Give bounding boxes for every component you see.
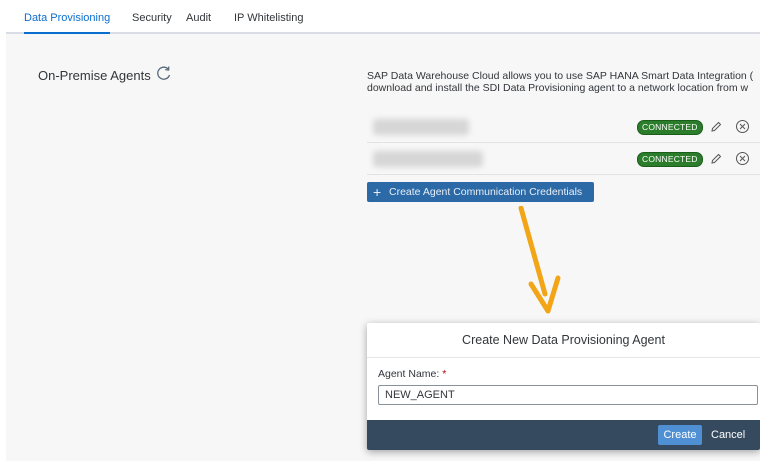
- status-badge: CONNECTED: [637, 120, 703, 135]
- plus-icon: +: [373, 184, 382, 200]
- remove-circle-icon[interactable]: [735, 151, 750, 166]
- agent-name-redacted: [373, 151, 483, 167]
- agent-name-input[interactable]: [378, 385, 758, 405]
- create-credentials-label: Create Agent Communication Credentials: [389, 186, 583, 198]
- create-agent-dialog: Create New Data Provisioning Agent Agent…: [367, 323, 760, 450]
- required-marker: *: [442, 368, 447, 380]
- pencil-icon[interactable]: [709, 152, 723, 166]
- tab-ip-whitelisting[interactable]: IP Whitelisting: [234, 6, 304, 32]
- description-line-1: SAP Data Warehouse Cloud allows you to u…: [367, 70, 754, 82]
- agent-row: CONNECTED: [367, 114, 760, 143]
- tab-bar: Data Provisioning Security Audit IP Whit…: [6, 6, 760, 34]
- section-title: On-Premise Agents: [38, 68, 151, 83]
- cancel-button[interactable]: Cancel: [711, 425, 745, 445]
- remove-circle-icon[interactable]: [735, 119, 750, 134]
- dialog-title: Create New Data Provisioning Agent: [367, 323, 760, 358]
- agent-row: CONNECTED: [367, 146, 760, 175]
- agent-name-label: Agent Name: *: [378, 368, 446, 380]
- agent-name-label-text: Agent Name:: [378, 368, 440, 380]
- create-credentials-button[interactable]: + Create Agent Communication Credentials: [367, 182, 594, 202]
- dialog-footer: Create Cancel: [367, 420, 760, 450]
- agent-name-redacted: [373, 119, 469, 135]
- annotation-arrow-icon: [518, 206, 561, 314]
- tab-data-provisioning[interactable]: Data Provisioning: [24, 6, 111, 34]
- pencil-icon[interactable]: [709, 120, 723, 134]
- app-window: Data Provisioning Security Audit IP Whit…: [6, 6, 760, 461]
- tab-audit[interactable]: Audit: [186, 6, 211, 32]
- refresh-icon[interactable]: [156, 65, 172, 81]
- tab-security[interactable]: Security: [132, 6, 172, 32]
- description-text: SAP Data Warehouse Cloud allows you to u…: [367, 70, 760, 94]
- create-button[interactable]: Create: [658, 425, 702, 445]
- description-line-2: download and install the SDI Data Provis…: [367, 82, 749, 94]
- status-badge: CONNECTED: [637, 152, 703, 167]
